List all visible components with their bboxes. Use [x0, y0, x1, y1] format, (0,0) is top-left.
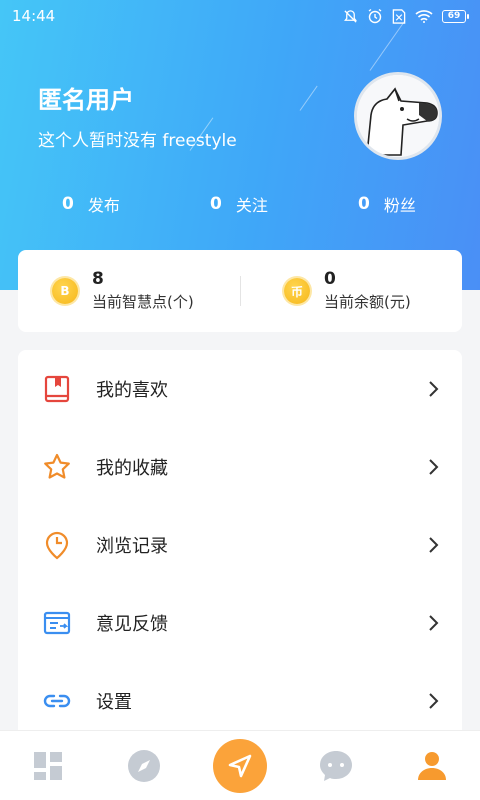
tab-profile[interactable] — [384, 731, 480, 800]
menu-label: 浏览记录 — [96, 536, 168, 557]
chat-bubble-icon — [320, 751, 352, 781]
menu-label: 设置 — [96, 692, 132, 713]
stat-followers[interactable]: 0 粉丝 — [358, 192, 416, 216]
battery-icon: 69 — [442, 9, 469, 23]
bell-mute-icon — [344, 9, 357, 23]
stat-label: 粉丝 — [383, 196, 416, 215]
tab-discover[interactable] — [96, 731, 192, 800]
star-icon — [44, 453, 70, 479]
balance-divider — [240, 276, 241, 306]
battery-level: 69 — [447, 11, 461, 21]
sim-icon — [392, 8, 406, 24]
profile-person-icon — [418, 752, 446, 780]
alarm-icon — [368, 8, 382, 24]
points-balance[interactable]: B 8 当前智慧点(个) — [52, 268, 194, 314]
dog-avatar-icon — [357, 75, 439, 157]
money-balance[interactable]: 币 0 当前余额(元) — [284, 268, 411, 314]
menu-item-history[interactable]: 浏览记录 — [18, 506, 462, 584]
menu-label: 我的喜欢 — [96, 380, 168, 401]
clock-pin-icon — [45, 531, 69, 560]
compass-icon — [128, 750, 160, 782]
chevron-right-icon — [429, 459, 439, 475]
menu-item-feedback[interactable]: 意见反馈 — [18, 584, 462, 662]
feedback-icon — [43, 611, 71, 635]
currency-coin-icon: 币 — [284, 278, 310, 304]
chevron-right-icon — [429, 615, 439, 631]
stat-label: 发布 — [87, 196, 120, 215]
wifi-icon — [415, 10, 433, 23]
avatar[interactable] — [354, 72, 442, 160]
settings-link-icon — [43, 694, 71, 708]
tab-dashboard[interactable] — [0, 731, 96, 800]
stat-count: 0 — [358, 194, 370, 214]
chevron-right-icon — [429, 381, 439, 397]
chevron-right-icon — [429, 537, 439, 553]
money-value: 0 — [324, 269, 336, 289]
user-name[interactable]: 匿名用户 — [38, 80, 134, 115]
balance-card: B 8 当前智慧点(个) 币 0 当前余额(元) — [18, 250, 462, 332]
stat-label: 关注 — [235, 196, 268, 215]
menu-list: 我的喜欢 我的收藏 浏览记录 意见反馈 设置 — [18, 350, 462, 750]
send-button[interactable] — [213, 739, 267, 793]
user-bio: 这个人暂时没有 freestyle — [38, 131, 237, 151]
menu-item-favorites[interactable]: 我的收藏 — [18, 428, 462, 506]
profile-header: 14:44 69 匿名用户 这个人暂时没有 freestyle 0 发布 0 关… — [0, 0, 480, 290]
points-label: 当前智慧点(个) — [92, 293, 194, 311]
tab-chat[interactable] — [288, 731, 384, 800]
status-icons: 69 — [343, 8, 469, 24]
stat-count: 0 — [210, 194, 222, 214]
stat-count: 0 — [62, 194, 74, 214]
send-arrow-icon — [228, 754, 252, 778]
points-value: 8 — [92, 269, 104, 289]
menu-item-settings[interactable]: 设置 — [18, 662, 462, 740]
status-time: 14:44 — [12, 7, 56, 25]
status-bar: 14:44 69 — [0, 0, 480, 32]
menu-label: 意见反馈 — [96, 614, 168, 635]
money-label: 当前余额(元) — [324, 293, 411, 311]
stat-following[interactable]: 0 关注 — [210, 192, 268, 216]
decor-streak — [299, 85, 318, 111]
dashboard-icon — [34, 752, 62, 780]
chevron-right-icon — [429, 693, 439, 709]
menu-item-likes[interactable]: 我的喜欢 — [18, 350, 462, 428]
points-coin-icon: B — [52, 278, 78, 304]
tab-send[interactable] — [192, 731, 288, 800]
stat-posts[interactable]: 0 发布 — [62, 192, 120, 216]
menu-label: 我的收藏 — [96, 458, 168, 479]
bookmark-book-icon — [44, 375, 70, 403]
profile-stats: 0 发布 0 关注 0 粉丝 — [0, 192, 480, 216]
bottom-tab-bar — [0, 730, 480, 800]
